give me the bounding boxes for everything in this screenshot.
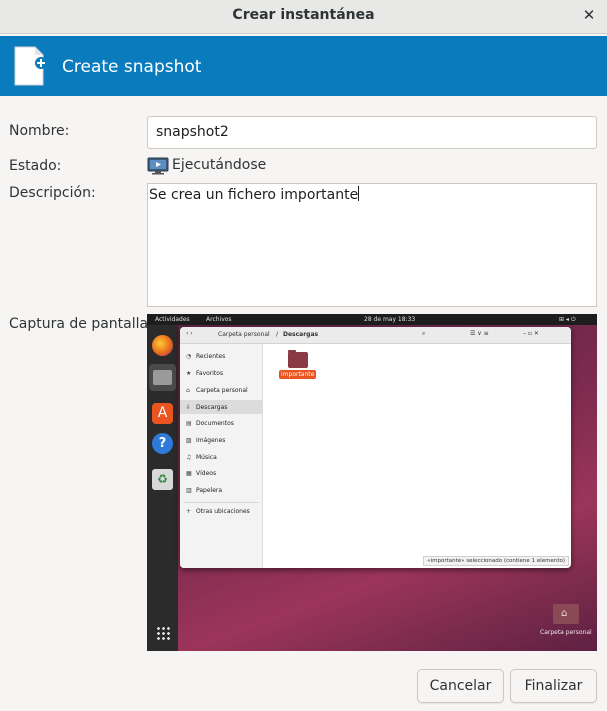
description-label: Descripción: (9, 185, 96, 201)
state-value: Ejecutándose (172, 157, 267, 173)
vm-sidebar-item: ★ Favoritos (186, 370, 224, 377)
name-value: snapshot2 (156, 124, 229, 140)
files-icon-active (149, 364, 176, 391)
vm-sidebar-item: + Otras ubicaciones (186, 508, 250, 515)
vm-path-current: Descargas (283, 331, 319, 338)
vm-sidebar-item: ◔ Recientes (186, 353, 226, 360)
vm-desktop-home-icon: ⌂ (553, 604, 579, 624)
vm-sidebar-item: ♫ Música (186, 454, 217, 461)
vm-datetime: 28 de may 18:33 (364, 316, 416, 323)
vm-search-icon: ⌕ (422, 330, 426, 337)
vm-screenshot: Actividades Archivos 28 de may 18:33 ⊞ ◂… (147, 314, 597, 651)
vm-view-icons: ☰ ∨ ≡ (470, 330, 489, 337)
software-icon: A (152, 403, 173, 424)
vm-sidebar-item: ▤ Documentos (186, 420, 234, 427)
vm-top-bar: Actividades Archivos 28 de may 18:33 ⊞ ◂… (147, 314, 597, 325)
vm-sidebar-item: ⌂ Carpeta personal (186, 387, 248, 394)
vm-activities: Actividades (155, 316, 190, 323)
vm-status-bar: «importante» seleccionado (contiene 1 el… (423, 556, 569, 566)
vm-desktop-home-label: Carpeta personal (540, 629, 592, 636)
vm-window-controls: – ▫ ✕ (523, 330, 539, 337)
vm-sidebar-item: ▦ Vídeos (186, 470, 217, 477)
vm-sidebar-item: ▥ Papelera (186, 487, 223, 494)
vm-back-icon: ‹ › (186, 330, 193, 337)
vm-fm-sidebar: ◔ Recientes ★ Favoritos ⌂ Carpeta personal … (180, 344, 263, 568)
name-label: Nombre: (9, 123, 70, 139)
name-field[interactable]: snapshot2 (147, 116, 597, 149)
description-textarea[interactable]: Se crea un fichero importante (147, 183, 597, 307)
title-bar: Crear instantánea ✕ (0, 0, 607, 34)
vm-sidebar-item-selected: ⇩ Descargas (180, 400, 263, 414)
window-title: Crear instantánea (232, 7, 375, 23)
cancel-button[interactable]: Cancelar (417, 669, 504, 703)
screenshot-label: Captura de pantalla: (9, 316, 153, 332)
description-value: Se crea un fichero importante (149, 187, 359, 203)
vm-file-manager: ‹ › Carpeta personal / Descargas ⌕ ☰ ∨ ≡… (180, 327, 571, 568)
vm-folder-icon (288, 350, 308, 368)
new-document-icon (14, 46, 47, 86)
vm-path-home: Carpeta personal (218, 331, 270, 338)
banner-title: Create snapshot (62, 57, 202, 77)
close-icon[interactable]: ✕ (580, 6, 598, 24)
monitor-running-icon (147, 157, 169, 175)
apps-grid-icon (156, 626, 170, 640)
state-label: Estado: (9, 158, 62, 174)
text-caret (358, 186, 360, 201)
vm-app-name: Archivos (206, 316, 232, 323)
finish-button[interactable]: Finalizar (510, 669, 597, 703)
header-banner: Create snapshot (0, 36, 607, 96)
vm-system-icons: ⊞ ◂ ⏻ (559, 316, 576, 323)
vm-folder-label: importante (279, 370, 317, 379)
firefox-icon (152, 335, 173, 356)
vm-sidebar-item: ▨ Imágenes (186, 437, 226, 444)
vm-dock: A ? ♻ (147, 325, 178, 651)
vm-fm-header: ‹ › Carpeta personal / Descargas ⌕ ☰ ∨ ≡… (180, 327, 571, 344)
help-icon: ? (152, 433, 173, 454)
trash-icon: ♻ (152, 469, 173, 490)
